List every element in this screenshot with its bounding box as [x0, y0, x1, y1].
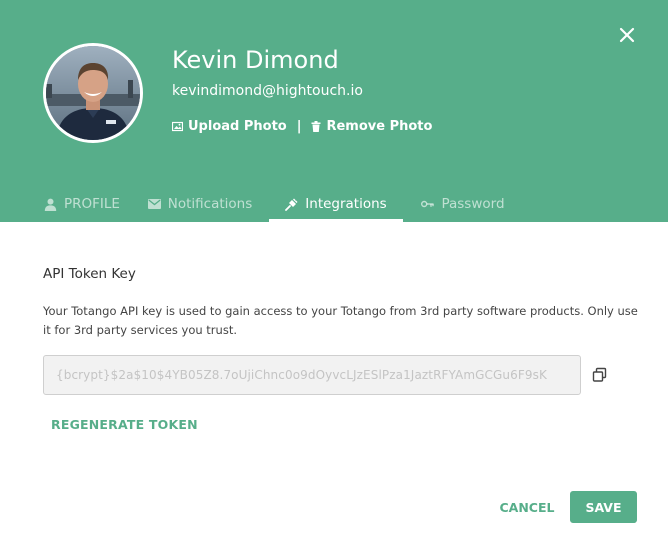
key-icon [421, 200, 435, 208]
tab-notifications[interactable]: Notifications [138, 186, 262, 222]
api-key-description: Your Totango API key is used to gain acc… [43, 304, 638, 337]
settings-tabs: PROFILE Notifications Integrations Passw… [0, 186, 668, 222]
photo-actions: Upload Photo | Remove Photo [172, 119, 432, 134]
person-icon [44, 198, 57, 211]
upload-photo-label: Upload Photo [188, 119, 287, 134]
close-button[interactable] [617, 25, 637, 45]
avatar [43, 43, 143, 143]
upload-photo-button[interactable]: Upload Photo [172, 119, 287, 134]
avatar-photo [46, 46, 140, 140]
mail-icon [147, 199, 161, 209]
tab-password-label: Password [441, 196, 505, 212]
copy-token-button[interactable] [592, 367, 608, 383]
photo-actions-separator: | [296, 119, 302, 134]
tab-integrations-label: Integrations [305, 196, 387, 212]
tab-profile-label: PROFILE [64, 196, 120, 212]
save-button[interactable]: SAVE [570, 491, 637, 523]
user-name: Kevin Dimond [172, 46, 339, 74]
image-icon [172, 121, 183, 132]
profile-header: Kevin Dimond kevindimond@hightouch.io Up… [0, 0, 668, 222]
tab-integrations[interactable]: Integrations [269, 186, 403, 222]
user-email: kevindimond@hightouch.io [172, 83, 363, 99]
tab-notifications-label: Notifications [167, 196, 253, 212]
section-title: API Token Key [43, 266, 136, 282]
plug-icon [285, 198, 298, 211]
tab-profile[interactable]: PROFILE [38, 186, 126, 222]
tab-password[interactable]: Password [412, 186, 514, 222]
copy-icon [592, 367, 607, 382]
remove-photo-label: Remove Photo [326, 119, 433, 134]
close-icon [619, 27, 635, 43]
profile-settings-dialog: Kevin Dimond kevindimond@hightouch.io Up… [0, 0, 668, 553]
trash-icon [311, 121, 321, 132]
cancel-button[interactable]: CANCEL [497, 494, 557, 520]
regenerate-token-button[interactable]: REGENERATE TOKEN [51, 417, 198, 432]
remove-photo-button[interactable]: Remove Photo [311, 119, 432, 134]
api-token-field[interactable] [43, 355, 581, 395]
